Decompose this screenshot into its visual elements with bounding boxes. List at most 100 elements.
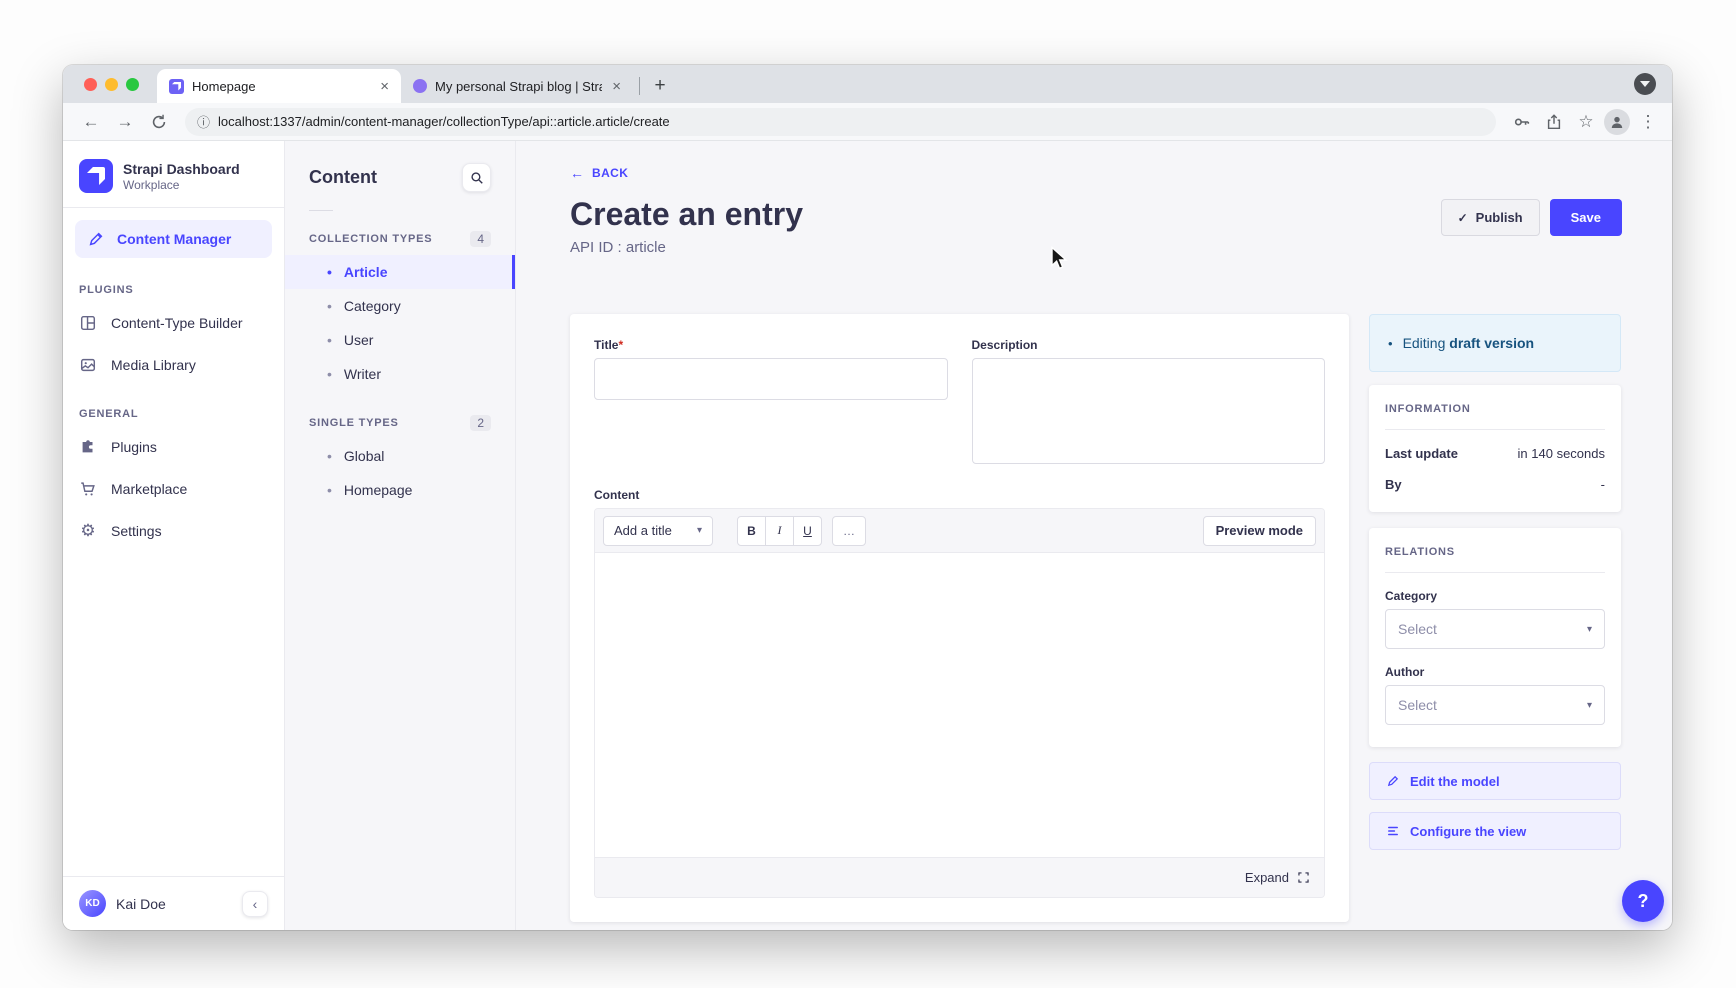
- bookmark-star-icon[interactable]: ☆: [1572, 108, 1600, 136]
- author-select[interactable]: Select ▾: [1385, 685, 1605, 725]
- sidebar-item-content-manager[interactable]: Content Manager: [75, 220, 272, 258]
- search-button[interactable]: [462, 163, 491, 192]
- caret-down-icon: ▾: [1587, 624, 1592, 635]
- description-textarea[interactable]: [972, 358, 1326, 464]
- image-icon: [79, 356, 97, 374]
- window-controls[interactable]: [63, 65, 157, 103]
- author-field: Author Select ▾: [1385, 665, 1605, 725]
- back-link[interactable]: ← BACK: [570, 165, 628, 181]
- heading-select[interactable]: Add a title ▾: [603, 516, 713, 546]
- avatar: KD: [79, 890, 106, 917]
- bullet-icon: •: [327, 298, 332, 314]
- strapi-favicon: [169, 79, 184, 94]
- browser-profile-avatar[interactable]: [1604, 109, 1630, 135]
- required-asterisk: *: [618, 338, 623, 352]
- site-info-icon[interactable]: ⓘ: [197, 112, 210, 131]
- italic-button[interactable]: I: [765, 516, 794, 546]
- subnav-item-user[interactable]: • User: [285, 323, 515, 357]
- sidebar-item-label: Settings: [111, 523, 162, 539]
- expand-button[interactable]: Expand: [1245, 870, 1289, 885]
- more-options-button[interactable]: …: [832, 516, 866, 546]
- password-key-icon[interactable]: [1508, 108, 1536, 136]
- subnav-item-homepage[interactable]: • Homepage: [285, 473, 515, 507]
- tab-homepage[interactable]: Homepage ×: [157, 69, 401, 103]
- sidebar-item-plugins[interactable]: Plugins: [63, 426, 284, 468]
- collapse-sidebar-button[interactable]: ‹: [242, 891, 268, 917]
- share-icon[interactable]: [1540, 108, 1568, 136]
- count-badge: 2: [470, 415, 491, 431]
- app-name: Strapi Dashboard: [123, 161, 240, 178]
- chevron-down-icon: [1640, 81, 1650, 87]
- subnav-item-category[interactable]: • Category: [285, 289, 515, 323]
- entry-side-panel: • Editing draft version INFORMATION Last…: [1369, 314, 1621, 850]
- browser-window: Homepage × My personal Strapi blog | Str…: [63, 65, 1672, 930]
- forward-icon[interactable]: →: [111, 108, 139, 136]
- strapi-logo: [79, 159, 113, 193]
- pen-icon: [87, 230, 105, 248]
- title-field: Title*: [594, 338, 948, 464]
- richtext-editor: Add a title ▾ B I U …: [594, 508, 1325, 898]
- minimize-window-button[interactable]: [105, 78, 118, 91]
- entry-form-card: Title* Description Content: [570, 314, 1349, 922]
- reload-icon[interactable]: [145, 108, 173, 136]
- close-tab-icon[interactable]: ×: [378, 78, 391, 95]
- tab-search-button[interactable]: [1634, 73, 1656, 95]
- content-subnav: Content COLLECTION TYPES 4 • Article: [285, 141, 516, 930]
- help-button[interactable]: ?: [1622, 880, 1664, 922]
- save-button[interactable]: Save: [1550, 199, 1622, 236]
- tab-title: My personal Strapi blog | Strap: [435, 79, 602, 94]
- sidebar-item-settings[interactable]: ⚙ Settings: [63, 510, 284, 552]
- workspace-name: Workplace: [123, 178, 240, 192]
- sidebar-item-marketplace[interactable]: Marketplace: [63, 468, 284, 510]
- title-input[interactable]: [594, 358, 948, 400]
- back-icon[interactable]: ←: [77, 108, 105, 136]
- api-id-subtitle: API ID : article: [570, 239, 803, 256]
- tab-blog[interactable]: My personal Strapi blog | Strap ×: [401, 69, 633, 103]
- count-badge: 4: [470, 231, 491, 247]
- bullet-icon: •: [1388, 336, 1393, 351]
- group-single-types: SINGLE TYPES 2: [285, 405, 515, 439]
- category-select[interactable]: Select ▾: [1385, 609, 1605, 649]
- zoom-window-button[interactable]: [126, 78, 139, 91]
- bullet-icon: •: [327, 366, 332, 382]
- sidebar-section-plugins: PLUGINS: [63, 262, 284, 302]
- workspace-brand[interactable]: Strapi Dashboard Workplace: [63, 141, 284, 207]
- main-content: ← BACK Create an entry API ID : article …: [516, 141, 1672, 930]
- sidebar-item-content-type-builder[interactable]: Content-Type Builder: [63, 302, 284, 344]
- information-label: INFORMATION: [1385, 403, 1605, 415]
- edit-model-button[interactable]: Edit the model: [1369, 762, 1621, 800]
- divider: [63, 207, 284, 208]
- subnav-item-global[interactable]: • Global: [285, 439, 515, 473]
- caret-down-icon: ▾: [697, 525, 702, 536]
- divider: [1385, 572, 1605, 573]
- browser-menu-icon[interactable]: ⋮: [1634, 108, 1662, 136]
- subnav-item-article[interactable]: • Article: [285, 255, 515, 289]
- sidebar-item-label: Content Manager: [117, 231, 231, 247]
- close-tab-icon[interactable]: ×: [610, 78, 623, 95]
- underline-button[interactable]: U: [793, 516, 822, 546]
- browser-toolbar: ← → ⓘ localhost:1337/admin/content-manag…: [63, 103, 1672, 141]
- bold-button[interactable]: B: [737, 516, 766, 546]
- bullet-icon: •: [327, 332, 332, 348]
- expand-icon[interactable]: [1297, 871, 1310, 884]
- editor-textarea[interactable]: [595, 553, 1324, 857]
- url-text: localhost:1337/admin/content-manager/col…: [218, 114, 670, 129]
- configure-icon: [1386, 824, 1400, 838]
- url-bar[interactable]: ⓘ localhost:1337/admin/content-manager/c…: [185, 108, 1496, 136]
- sidebar-item-label: Plugins: [111, 439, 157, 455]
- subnav-item-writer[interactable]: • Writer: [285, 357, 515, 391]
- description-field: Description: [972, 338, 1326, 464]
- user-name: Kai Doe: [116, 896, 232, 912]
- search-icon: [470, 171, 484, 185]
- strapi-admin: Strapi Dashboard Workplace Content Manag…: [63, 141, 1672, 930]
- preview-mode-button[interactable]: Preview mode: [1203, 516, 1316, 546]
- publish-button[interactable]: ✓ Publish: [1441, 199, 1540, 236]
- close-window-button[interactable]: [84, 78, 97, 91]
- new-tab-button[interactable]: +: [646, 72, 674, 100]
- configure-view-button[interactable]: Configure the view: [1369, 812, 1621, 850]
- sidebar-section-general: GENERAL: [63, 386, 284, 426]
- sidebar-user[interactable]: KD Kai Doe ‹: [63, 876, 284, 930]
- sidebar-item-media-library[interactable]: Media Library: [63, 344, 284, 386]
- draft-status-text: Editing draft version: [1403, 335, 1535, 351]
- divider: [309, 210, 333, 211]
